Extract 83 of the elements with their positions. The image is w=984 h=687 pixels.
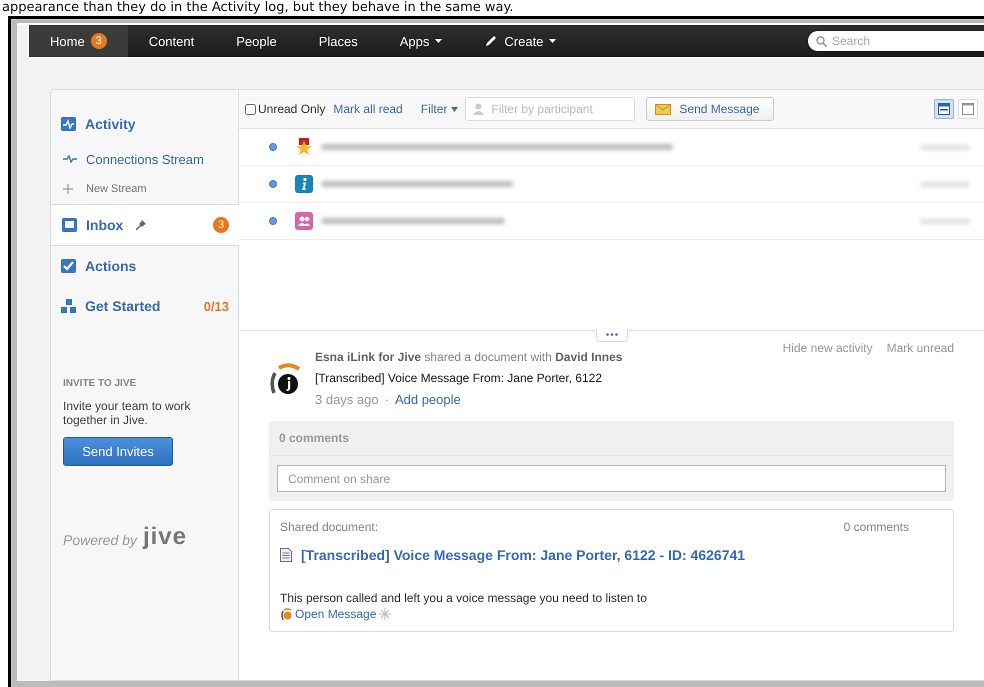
plus-icon xyxy=(63,184,73,194)
progress-count: 0/13 xyxy=(204,298,229,314)
add-people-link[interactable]: Add people xyxy=(394,392,461,407)
sparkle-icon xyxy=(379,608,392,620)
nav-label: Home xyxy=(50,34,85,48)
activity-action-link[interactable]: Hide new activity xyxy=(782,341,873,355)
pulse-icon xyxy=(61,117,76,131)
nav-tab[interactable]: Create xyxy=(463,25,578,57)
jive-logo: jive xyxy=(142,526,187,548)
medal-icon xyxy=(295,138,313,156)
section-heading: INVITE TO JIVE xyxy=(63,378,138,389)
nav-label: Apps xyxy=(400,34,430,48)
view-toggle[interactable] xyxy=(958,99,978,119)
caret-icon xyxy=(435,39,442,43)
inbox-icon xyxy=(62,218,77,232)
document-link[interactable]: [Transcribed] Voice Message From: Jane Porter, 6122 - ID: 4626741 xyxy=(301,547,746,563)
filter-menu[interactable]: Filter xyxy=(420,102,458,116)
message-text: This person called and left you a voice message you need to listen to xyxy=(280,591,648,605)
comment-count: 0 comments xyxy=(269,421,954,456)
nav-label: Content xyxy=(148,34,194,48)
search-icon xyxy=(816,36,827,47)
sidebar-item[interactable]: Get Started 0/13 xyxy=(51,286,239,326)
sidebar-label: Get Started xyxy=(85,298,160,314)
nav-tab[interactable]: Content xyxy=(128,25,216,57)
sidebar-item[interactable]: Connections Stream xyxy=(51,144,239,174)
mark-all-read-link[interactable]: Mark all read xyxy=(333,102,403,116)
invite-text: Invite your team to work together in Jive. xyxy=(63,399,192,427)
blurred-date xyxy=(920,144,970,150)
caret-icon xyxy=(451,106,458,112)
dots-icon xyxy=(606,333,618,336)
count-badge: 3 xyxy=(213,217,229,233)
send-message-label: Send Message xyxy=(679,102,760,116)
send-message-button[interactable]: Send Message xyxy=(646,97,774,121)
sidebar-item[interactable]: Actions xyxy=(51,246,239,286)
headset-icon xyxy=(280,608,292,620)
sidebar-label: Connections Stream xyxy=(86,152,204,166)
blurred-date xyxy=(920,218,970,224)
checkbox-icon xyxy=(61,259,76,273)
nav-label: People xyxy=(236,34,277,48)
people-icon xyxy=(295,212,313,230)
envelope-icon xyxy=(655,104,672,114)
separator-dot: · xyxy=(384,392,389,407)
person-icon xyxy=(473,103,484,115)
checkbox-label: Unread Only xyxy=(258,102,326,116)
split-view-icon xyxy=(938,103,950,115)
activity-action-link[interactable]: Mark unread xyxy=(886,341,954,355)
info-icon xyxy=(295,175,313,193)
participant-filter-field[interactable]: Filter by participant xyxy=(465,97,636,121)
single-view-icon xyxy=(962,103,974,115)
view-toggle[interactable] xyxy=(934,99,954,119)
activity-title: [Transcribed] Voice Message From: Jane Porter, 6122 xyxy=(315,371,604,385)
comment-count: 0 comments xyxy=(844,520,909,534)
comment-field[interactable]: Comment on share xyxy=(277,465,946,492)
caret-icon xyxy=(549,39,556,43)
nav-tab[interactable]: Home 3 xyxy=(29,25,128,57)
sidebar-label: Activity xyxy=(85,116,136,132)
document-icon xyxy=(280,548,292,562)
sidebar-label: Inbox xyxy=(86,217,124,233)
unread-only-checkbox[interactable] xyxy=(245,104,256,114)
sidebar-item[interactable]: Activity xyxy=(51,104,239,144)
blocks-icon xyxy=(61,299,76,313)
nav-label: Places xyxy=(318,34,358,48)
nav-tab[interactable]: Apps xyxy=(378,25,464,57)
activity-summary: Esna iLink for Jive shared a document with David Innes xyxy=(315,350,622,364)
count-badge: 3 xyxy=(90,33,107,49)
powered-by-text: Powered by xyxy=(63,532,137,548)
sidebar-item[interactable]: New Stream xyxy=(51,174,239,204)
pulse-icon xyxy=(63,155,77,163)
sidebar-item[interactable]: Inbox 3 xyxy=(51,204,239,246)
timestamp: 3 days ago xyxy=(315,392,379,407)
nav-tab[interactable]: Places xyxy=(298,25,379,57)
caption-text: appearance than they do in the Activity log, but they behave in the same way. xyxy=(1,0,514,16)
search-field[interactable]: Search xyxy=(808,31,984,51)
pencil-icon xyxy=(484,34,498,48)
sidebar-label: New Stream xyxy=(86,183,147,195)
open-message-link[interactable]: Open Message xyxy=(295,607,376,621)
nav-tab[interactable]: People xyxy=(215,25,298,57)
card-label: Shared document: xyxy=(280,520,378,534)
blurred-date xyxy=(920,182,970,186)
sidebar-label: Actions xyxy=(85,258,136,274)
expand-handle[interactable] xyxy=(596,329,628,342)
nav-label: Create xyxy=(504,34,544,48)
send-invites-button[interactable]: Send Invites xyxy=(63,437,173,466)
